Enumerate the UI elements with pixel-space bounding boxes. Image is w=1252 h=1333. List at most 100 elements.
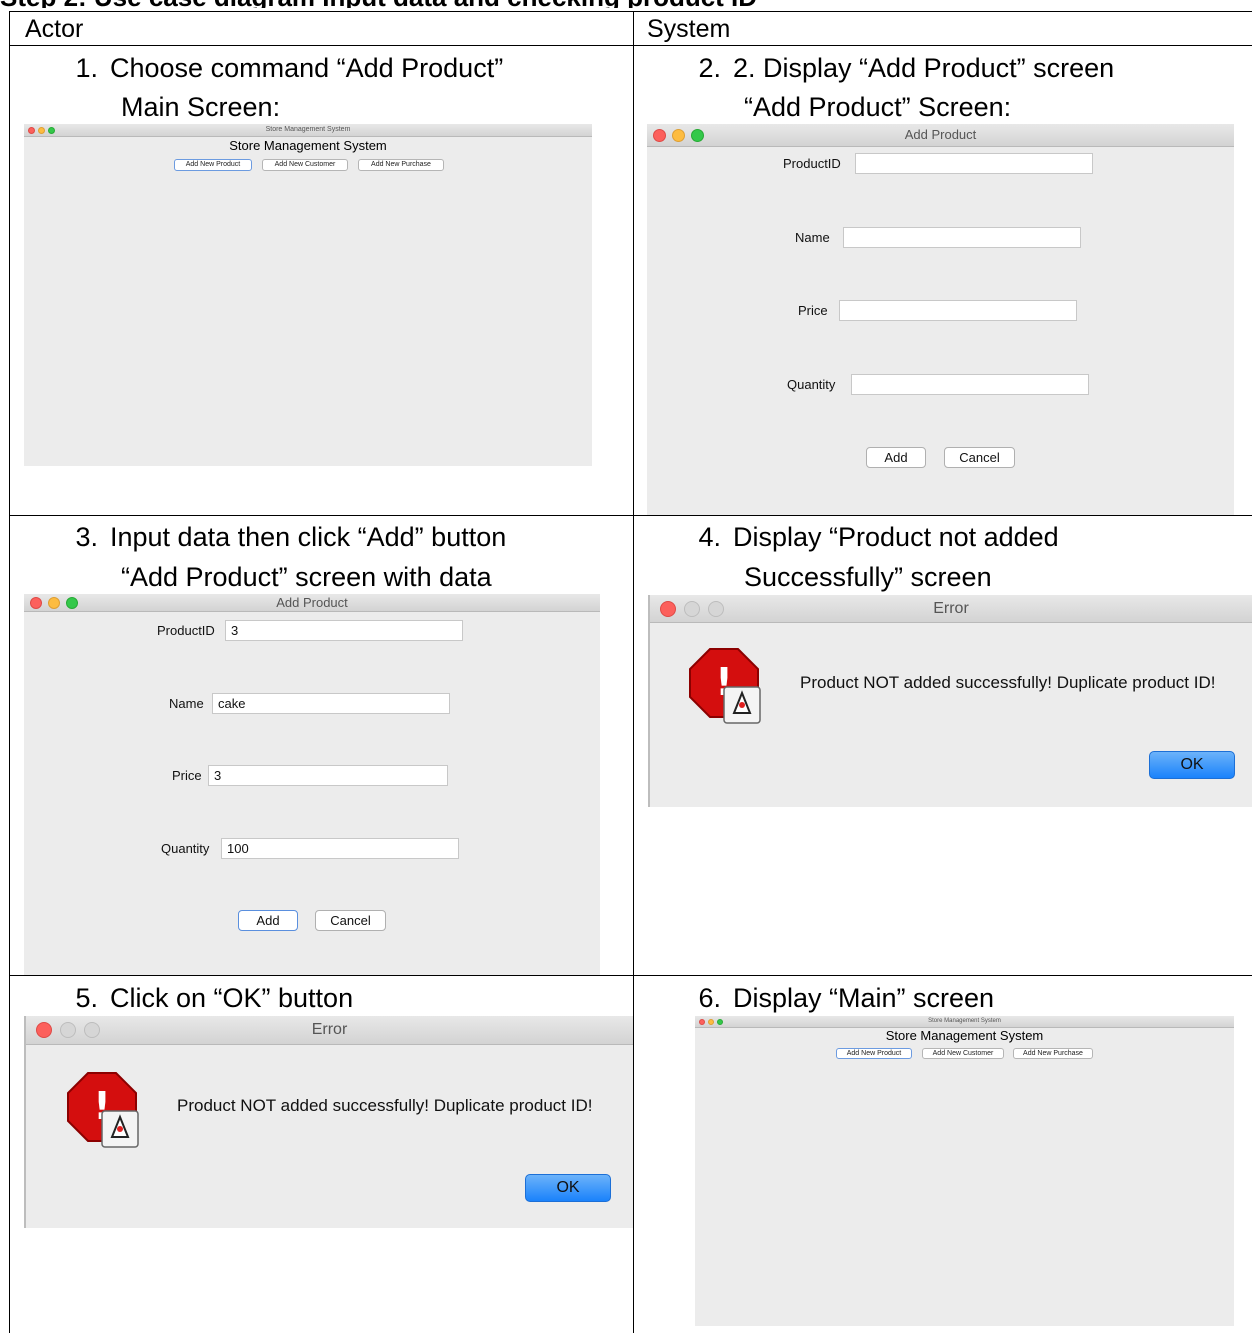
name-field[interactable]: [843, 227, 1081, 248]
minimize-icon[interactable]: [708, 1018, 714, 1025]
zoom-icon[interactable]: [691, 128, 704, 142]
step-number: 4.: [698, 522, 721, 552]
step-text: Choose command “Add Product”: [110, 53, 504, 83]
close-icon[interactable]: [28, 126, 35, 134]
add-button[interactable]: Add: [238, 910, 298, 931]
price-field[interactable]: 3: [208, 765, 448, 786]
window-title: Error: [311, 1021, 348, 1038]
close-icon[interactable]: [36, 1022, 52, 1038]
title-bar[interactable]: Add Product: [647, 124, 1234, 147]
table-border-top: [9, 11, 1252, 12]
window-controls: [699, 1016, 726, 1027]
step-text: Display “Product not added: [733, 522, 1059, 552]
zoom-icon[interactable]: [48, 126, 55, 134]
add-product-window: Add Product ProductID Name Price Quantit…: [647, 124, 1234, 515]
step-3-subtitle: “Add Product” screen with data: [121, 562, 492, 592]
window-title: Store Management System: [265, 126, 351, 133]
close-icon[interactable]: [653, 128, 666, 142]
column-header-system: System: [647, 15, 731, 43]
cancel-button[interactable]: Cancel: [944, 447, 1015, 468]
quantity-field[interactable]: [851, 374, 1089, 395]
name-label: Name: [169, 696, 204, 711]
product-id-field[interactable]: 3: [225, 620, 463, 641]
add-new-product-button[interactable]: Add New Product: [174, 159, 252, 171]
add-new-purchase-button[interactable]: Add New Purchase: [358, 159, 444, 171]
title-bar[interactable]: Store Management System: [24, 124, 592, 137]
error-message: Product NOT added successfully! Duplicat…: [177, 1096, 593, 1115]
error-dialog-window: Error ! Product NOT added successfully! …: [648, 595, 1252, 807]
ok-button[interactable]: OK: [1149, 751, 1235, 779]
title-bar[interactable]: Add Product: [24, 594, 600, 612]
step-number: 1.: [75, 53, 98, 83]
column-header-actor: Actor: [25, 15, 84, 43]
title-bar[interactable]: Error: [650, 595, 1252, 623]
app-heading: Store Management System: [229, 138, 387, 153]
quantity-label: Quantity: [787, 377, 836, 392]
step-number: 2.: [698, 53, 721, 83]
step-number: 5.: [75, 983, 98, 1013]
step-1: 1. Choose command “Add Product”: [58, 48, 503, 88]
close-icon[interactable]: [30, 596, 42, 609]
error-stop-icon: !: [67, 1072, 139, 1148]
step-3: 3. Input data then click “Add” button: [58, 517, 506, 557]
step-4: 4. Display “Product not added: [681, 517, 1059, 557]
table-divider-center: [633, 11, 634, 1333]
minimize-icon[interactable]: [672, 128, 685, 142]
zoom-icon[interactable]: [66, 596, 78, 609]
step-5: 5. Click on “OK” button: [58, 978, 353, 1018]
price-label: Price: [798, 303, 828, 318]
window-controls: [653, 124, 710, 146]
add-button[interactable]: Add: [866, 447, 926, 468]
title-bar[interactable]: Error: [26, 1016, 633, 1045]
close-icon[interactable]: [699, 1018, 705, 1025]
step-6: 6. Display “Main” screen: [681, 978, 994, 1018]
title-bar[interactable]: Store Management System: [695, 1016, 1234, 1028]
name-field[interactable]: cake: [212, 693, 450, 714]
product-id-label: ProductID: [157, 623, 215, 638]
minimize-icon[interactable]: [684, 600, 700, 617]
error-stop-icon: !: [689, 648, 761, 724]
add-new-purchase-button[interactable]: Add New Purchase: [1013, 1048, 1093, 1059]
main-screen-window-2: Store Management System Store Management…: [695, 1016, 1234, 1326]
window-title: Error: [933, 600, 969, 617]
zoom-icon[interactable]: [717, 1018, 723, 1025]
window-controls: [30, 594, 84, 611]
table-row-line-1: [9, 45, 1252, 46]
minimize-icon[interactable]: [60, 1022, 76, 1038]
product-id-label: ProductID: [783, 156, 841, 171]
price-label: Price: [172, 768, 202, 783]
document-heading: Step 2: Use case diagram Input data and …: [0, 0, 1252, 8]
zoom-icon[interactable]: [708, 600, 724, 617]
minimize-icon[interactable]: [48, 596, 60, 609]
add-new-product-button[interactable]: Add New Product: [836, 1048, 912, 1059]
step-2-subtitle: “Add Product” Screen:: [744, 92, 1012, 122]
window-title: Add Product: [904, 127, 977, 142]
cancel-button[interactable]: Cancel: [315, 910, 386, 931]
table-row-line-3: [9, 975, 1252, 976]
window-title: Add Product: [276, 595, 348, 610]
window-controls: [36, 1016, 108, 1044]
table-row-line-2: [9, 515, 1252, 516]
app-heading: Store Management System: [885, 1028, 1044, 1043]
step-text: Input data then click “Add” button: [110, 522, 507, 552]
step-number: 6.: [698, 983, 721, 1013]
product-id-field[interactable]: [855, 153, 1093, 174]
quantity-label: Quantity: [161, 841, 210, 856]
name-label: Name: [795, 230, 830, 245]
window-controls: [28, 124, 58, 136]
error-message: Product NOT added successfully! Duplicat…: [800, 673, 1216, 692]
minimize-icon[interactable]: [38, 126, 45, 134]
zoom-icon[interactable]: [84, 1022, 100, 1038]
error-dialog-window-2: Error ! Product NOT added successfully! …: [24, 1016, 633, 1228]
step-number: 3.: [75, 522, 98, 552]
add-new-customer-button[interactable]: Add New Customer: [262, 159, 348, 171]
close-icon[interactable]: [660, 600, 676, 617]
window-title: Store Management System: [928, 1018, 1001, 1024]
quantity-field[interactable]: 100: [221, 838, 459, 859]
ok-button[interactable]: OK: [525, 1174, 611, 1202]
price-field[interactable]: [839, 300, 1077, 321]
add-new-customer-button[interactable]: Add New Customer: [922, 1048, 1004, 1059]
step-text: Click on “OK” button: [110, 983, 354, 1013]
main-screen-window: Store Management System Store Management…: [24, 124, 592, 466]
step-1-subtitle: Main Screen:: [121, 92, 281, 122]
